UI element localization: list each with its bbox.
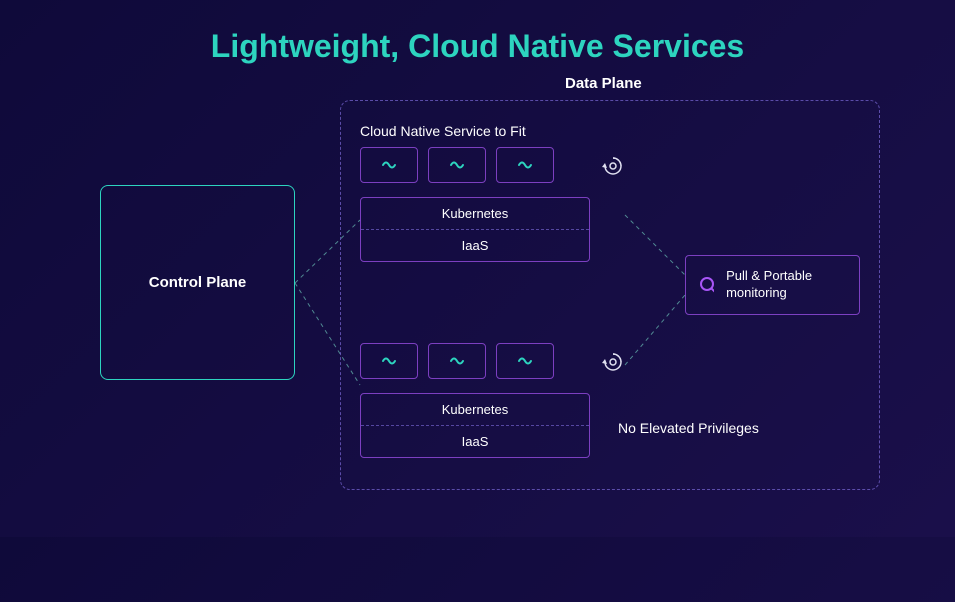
pod-box bbox=[496, 343, 554, 379]
pod-box bbox=[496, 147, 554, 183]
wave-icon bbox=[449, 157, 465, 173]
sync-icon bbox=[602, 351, 624, 373]
wave-icon bbox=[517, 157, 533, 173]
privileges-label: No Elevated Privileges bbox=[618, 420, 759, 436]
layer-iaas: IaaS bbox=[361, 229, 589, 261]
wave-icon bbox=[449, 353, 465, 369]
pod-box bbox=[360, 147, 418, 183]
search-icon bbox=[698, 275, 714, 295]
cluster-2: Kubernetes IaaS bbox=[360, 343, 590, 458]
pod-box bbox=[428, 343, 486, 379]
data-plane-label: Data Plane bbox=[565, 75, 642, 92]
wave-icon bbox=[381, 353, 397, 369]
section-title: Cloud Native Service to Fit bbox=[360, 123, 526, 139]
monitoring-label: Pull & Portable monitoring bbox=[726, 268, 847, 302]
pod-box bbox=[360, 343, 418, 379]
layer-stack: Kubernetes IaaS bbox=[360, 197, 590, 262]
sync-icon bbox=[602, 155, 624, 177]
cluster-1: Kubernetes IaaS bbox=[360, 147, 590, 262]
pod-box bbox=[428, 147, 486, 183]
wave-icon bbox=[381, 157, 397, 173]
wave-icon bbox=[517, 353, 533, 369]
monitoring-box: Pull & Portable monitoring bbox=[685, 255, 860, 315]
control-plane-label: Control Plane bbox=[149, 274, 247, 291]
layer-iaas: IaaS bbox=[361, 425, 589, 457]
layer-stack: Kubernetes IaaS bbox=[360, 393, 590, 458]
layer-kubernetes: Kubernetes bbox=[361, 198, 589, 229]
layer-kubernetes: Kubernetes bbox=[361, 394, 589, 425]
control-plane-box: Control Plane bbox=[100, 185, 295, 380]
page-title: Lightweight, Cloud Native Services bbox=[0, 0, 955, 65]
